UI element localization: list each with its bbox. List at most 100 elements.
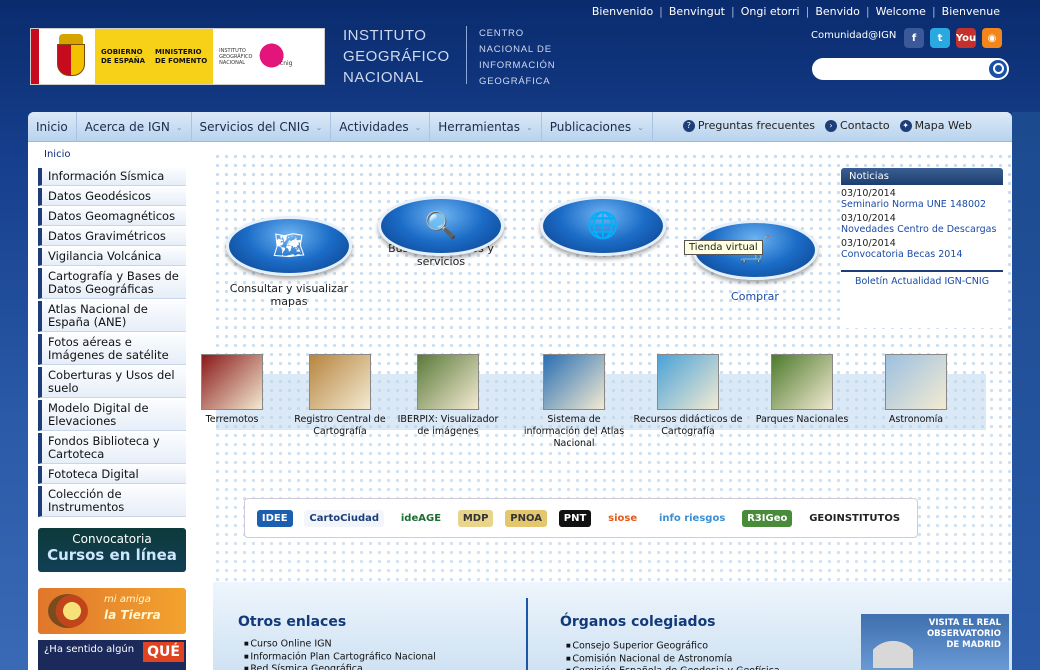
feature-0[interactable]: 🗺 Consultar y visualizar mapas [214, 216, 364, 308]
news-title-link[interactable]: Novedades Centro de Descargas [841, 224, 1003, 235]
lang-link-0[interactable]: Bienvenido [586, 5, 659, 18]
left-menu-item-9[interactable]: Modelo Digital de Elevaciones [38, 400, 186, 431]
thumbnail-6[interactable]: Astronomía [860, 354, 972, 426]
mi-amiga-la-tierra-banner[interactable]: mi amiga la Tierra [38, 588, 186, 634]
left-menu-item-12[interactable]: Colección de Instrumentos [38, 486, 186, 517]
nav-item-1[interactable]: Acerca de IGN ⌄ [77, 112, 192, 142]
lang-link-2[interactable]: Ongi etorri [735, 5, 806, 18]
nav-item-0[interactable]: Inicio [28, 112, 77, 142]
news-title-link[interactable]: Convocatoria Becas 2014 [841, 249, 1003, 260]
thumbnail-3[interactable]: Sistema de información del Atlas Naciona… [518, 354, 630, 450]
partner-logo-3[interactable]: MDP [457, 509, 494, 527]
rss-icon[interactable]: ◉ [982, 28, 1002, 48]
thumbnail-4[interactable]: Recursos didácticos de Cartografía [632, 354, 744, 438]
boletin-link[interactable]: Boletín Actualidad IGN-CNIG [841, 276, 1003, 287]
community-link[interactable]: Comunidad@IGN [811, 30, 896, 41]
search-input[interactable] [812, 58, 982, 80]
nav-item-2[interactable]: Servicios del CNIG ⌄ [192, 112, 332, 142]
nav-item-label: Inicio [36, 120, 68, 134]
left-menu-item-5[interactable]: Cartografía y Bases de Datos Geográficas [38, 268, 186, 299]
left-menu-item-4[interactable]: Vigilancia Volcánica [38, 248, 186, 266]
left-menu-item-10[interactable]: Fondos Biblioteca y Cartoteca [38, 433, 186, 464]
partner-logo-6[interactable]: siose [603, 509, 643, 527]
thumbnail-1[interactable]: Registro Central de Cartografía [284, 354, 396, 438]
left-menu-item-2[interactable]: Datos Geomagnéticos [38, 208, 186, 226]
feature-2[interactable]: 🌐Descargas [528, 196, 678, 256]
government-logo[interactable]: GOBIERNO DE ESPAÑA MINISTERIO DE FOMENTO… [30, 28, 325, 85]
nav-item-5[interactable]: Publicaciones ⌄ [542, 112, 653, 142]
left-menu-item-8[interactable]: Coberturas y Usos del suelo [38, 367, 186, 398]
que-badge: QUÉ [143, 642, 184, 662]
organo-2[interactable]: Comisión Española de Geodesia y Geofísic… [566, 665, 779, 670]
ign-title[interactable]: INSTITUTO GEOGRÁFICO NACIONAL [343, 25, 450, 88]
partner-logo-9[interactable]: GEOINSTITUTOS [804, 509, 906, 527]
nav-item-3[interactable]: Actividades ⌄ [331, 112, 431, 142]
otros-enlace-1[interactable]: Información Plan Cartográfico Nacional [244, 651, 436, 664]
breadcrumb[interactable]: Inicio [44, 149, 70, 160]
page-content: Inicio Acerca de IGN ⌄ Servicios del CNIG ⌄ A… [28, 112, 1012, 670]
lang-link-3[interactable]: Benvido [809, 5, 866, 18]
observatorio-banner[interactable]: VISITA EL REAL OBSERVATORIO DE MADRID [861, 614, 1009, 670]
thumbnail-2[interactable]: IBERPIX: Visualizador de imágenes [392, 354, 504, 438]
tooltip-tienda-virtual: Tienda virtual [684, 240, 763, 255]
lang-link-4[interactable]: Welcome [870, 5, 932, 18]
news-title-link[interactable]: Seminario Norma UNE 148002 [841, 199, 1003, 210]
thumbnail-0[interactable]: Terremotos [176, 354, 288, 426]
contact-icon: › [825, 119, 838, 132]
cnig-brand-text: cnig [279, 59, 293, 67]
question-icon: ? [682, 119, 695, 132]
left-menu-item-1[interactable]: Datos Geodésicos [38, 188, 186, 206]
partner-logo-2[interactable]: ideAGE [395, 509, 447, 527]
twitter-icon[interactable]: t [930, 28, 950, 48]
right-background [1012, 112, 1040, 670]
otros-enlace-0[interactable]: Curso Online IGN [244, 638, 436, 651]
nav-right-link-0[interactable]: ? Preguntas frecuentes [682, 119, 815, 132]
search-button[interactable] [988, 59, 1008, 79]
thumbnail-label: Sistema de información del Atlas Naciona… [523, 414, 625, 449]
coat-of-arms-icon [47, 32, 95, 82]
site-header: Bienvenido | Benvingut | Ongi etorri | Benvido… [0, 0, 1040, 112]
nav-right-links: ? Preguntas frecuentes › Contacto ✦ Mapa Web [682, 119, 972, 132]
otros-enlace-2[interactable]: Red Sísmica Geográfica [244, 663, 436, 670]
partner-logo-4[interactable]: PNOA [505, 509, 547, 527]
language-bar: Bienvenido | Benvingut | Ongi etorri | Benvido… [586, 5, 1006, 18]
partner-logo-5[interactable]: PNT [558, 509, 592, 527]
nav-right-link-1[interactable]: › Contacto [825, 119, 890, 132]
main-navigation: Inicio Acerca de IGN ⌄ Servicios del CNIG ⌄ A… [28, 112, 1012, 142]
nav-right-link-2[interactable]: ✦ Mapa Web [899, 119, 972, 132]
thumbnail-5[interactable]: Parques Nacionales [746, 354, 858, 426]
organos-title: Órganos colegiados [560, 614, 716, 630]
cursos-banner[interactable]: Convocatoria Cursos en línea [38, 528, 186, 572]
news-header: Noticias [841, 168, 1003, 185]
cursos-line1: Convocatoria [72, 532, 152, 546]
lang-link-1[interactable]: Benvingut [663, 5, 731, 18]
chevron-down-icon: ⌄ [315, 122, 323, 132]
thumbnail-label: Registro Central de Cartografía [294, 414, 386, 437]
left-menu-item-3[interactable]: Datos Gravimétricos [38, 228, 186, 246]
cnig-title[interactable]: CENTRO NACIONAL DE INFORMACIÓN GEOGRÁFIC… [479, 26, 555, 90]
feature-3[interactable]: 🛒Comprar [680, 220, 830, 303]
partner-logo-7[interactable]: info riesgos [653, 509, 731, 527]
facebook-icon[interactable]: f [904, 28, 924, 48]
lang-link-5[interactable]: Bienvenue [936, 5, 1006, 18]
left-menu-item-11[interactable]: Fototeca Digital [38, 466, 186, 484]
left-menu-item-0[interactable]: Información Sísmica [38, 168, 186, 186]
news-panel: Noticias 03/10/2014 Seminario Norma UNE 1… [841, 168, 1003, 328]
chevron-down-icon: ⌄ [175, 122, 183, 132]
partner-logo-8[interactable]: R3IGeo [742, 509, 793, 527]
organo-1[interactable]: Comisión Nacional de Astronomía [566, 653, 780, 666]
government-text-block: GOBIERNO DE ESPAÑA MINISTERIO DE FOMENTO [95, 29, 214, 84]
youtube-icon[interactable]: You [956, 28, 976, 48]
partner-logo-0[interactable]: IDEE [256, 509, 293, 527]
organo-0[interactable]: Consejo Superior Geográfico [566, 640, 780, 653]
feature-1[interactable]: 🔍Buscar productos y servicios [366, 196, 516, 268]
news-date: 03/10/2014 [841, 238, 896, 249]
left-menu-item-6[interactable]: Atlas Nacional de España (ANE) [38, 301, 186, 332]
bottom-section: mi amiga la Tierra ¿Ha sentido algún QUÉ… [28, 582, 1012, 670]
news-date: 03/10/2014 [841, 213, 896, 224]
left-menu-item-7[interactable]: Fotos aéreas e Imágenes de satélite [38, 334, 186, 365]
partner-logo-1[interactable]: CartoCiudad [304, 509, 385, 527]
nav-item-4[interactable]: Herramientas ⌄ [430, 112, 542, 142]
chevron-down-icon: ⌄ [526, 122, 533, 132]
ha-sentido-banner[interactable]: ¿Ha sentido algún QUÉ [38, 640, 186, 670]
